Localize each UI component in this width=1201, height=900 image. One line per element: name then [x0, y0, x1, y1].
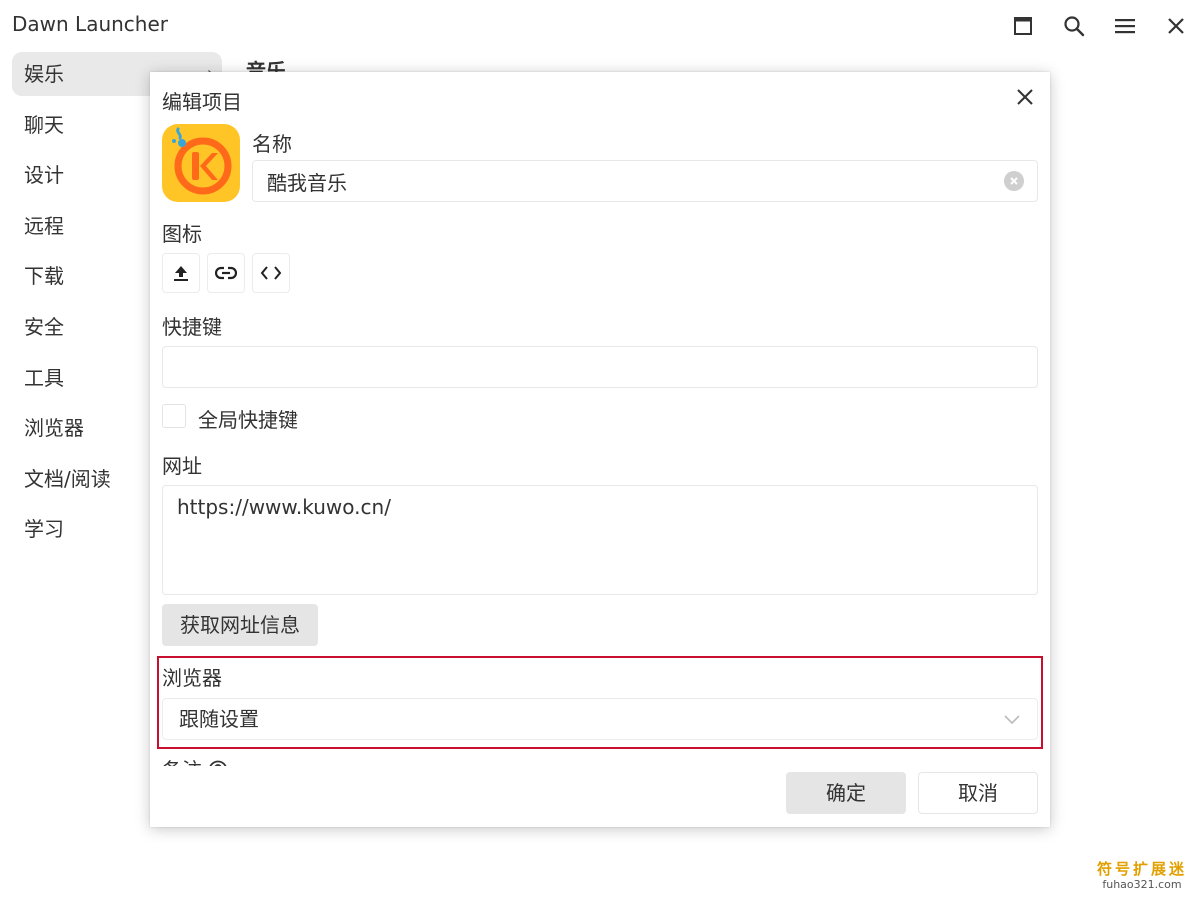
dialog-title: 编辑项目: [162, 90, 242, 114]
sidebar-item-label: 远程: [24, 213, 64, 238]
sidebar-item-label: 娱乐: [24, 62, 64, 86]
hotkey-input[interactable]: [162, 346, 1038, 388]
sidebar-item-label: 设计: [24, 163, 64, 188]
browser-select-value: 跟随设置: [179, 707, 259, 731]
fetch-url-info-button[interactable]: 获取网址信息: [162, 604, 318, 646]
close-icon: [1017, 89, 1033, 105]
upload-icon-button[interactable]: [162, 253, 200, 293]
kuwo-app-icon[interactable]: [162, 124, 240, 202]
cancel-button[interactable]: 取消: [918, 772, 1038, 814]
clear-name-button[interactable]: [1004, 171, 1024, 191]
remark-label: 备注: [162, 758, 202, 766]
app-title: Dawn Launcher: [12, 12, 168, 36]
close-icon: [1168, 18, 1184, 34]
code-icon-button[interactable]: [252, 253, 290, 293]
menu-button[interactable]: [1108, 9, 1142, 43]
link-icon: [215, 266, 237, 280]
dialog-close-button[interactable]: [1014, 86, 1036, 108]
sidebar-item-label: 下载: [24, 264, 64, 289]
code-icon: [260, 266, 282, 280]
name-label: 名称: [252, 132, 292, 156]
browser-label: 浏览器: [162, 666, 222, 690]
remark-section: 备注: [162, 752, 462, 766]
global-hotkey-label: 全局快捷键: [198, 408, 298, 432]
sidebar-item-label: 浏览器: [24, 416, 84, 441]
sidebar-item-label: 安全: [24, 314, 64, 339]
link-icon-button[interactable]: [207, 253, 245, 293]
window-close-button[interactable]: [1159, 9, 1193, 43]
browser-select[interactable]: 跟随设置: [162, 698, 1038, 740]
upload-icon: [174, 266, 188, 281]
maximize-button[interactable]: [1006, 9, 1040, 43]
url-textarea[interactable]: https://www.kuwo.cn/: [162, 485, 1038, 595]
search-button[interactable]: [1057, 9, 1091, 43]
sidebar-item-label: 工具: [24, 365, 64, 390]
search-icon: [1064, 16, 1085, 37]
watermark-cn: 符号扩展迷: [1096, 860, 1187, 878]
watermark: 符号扩展迷 fuhao321.com: [1096, 860, 1187, 892]
dialog-footer: 确定 取消: [150, 766, 1050, 827]
sidebar-item-label: 学习: [24, 517, 64, 542]
edit-item-dialog: 编辑项目 名称 图标: [150, 72, 1050, 827]
menu-icon: [1115, 19, 1135, 34]
ok-button[interactable]: 确定: [786, 772, 906, 814]
sidebar-item-label: 聊天: [24, 112, 64, 137]
url-label: 网址: [162, 454, 202, 478]
hotkey-label: 快捷键: [162, 315, 222, 339]
watermark-en: fuhao321.com: [1102, 878, 1182, 891]
icon-label: 图标: [162, 222, 202, 246]
global-hotkey-checkbox[interactable]: [162, 404, 186, 428]
sidebar-item-label: 文档/阅读: [24, 466, 111, 491]
clear-icon: [1010, 177, 1018, 185]
chevron-down-icon: [1004, 715, 1020, 725]
maximize-icon: [1014, 17, 1032, 35]
name-input[interactable]: [252, 160, 1038, 202]
